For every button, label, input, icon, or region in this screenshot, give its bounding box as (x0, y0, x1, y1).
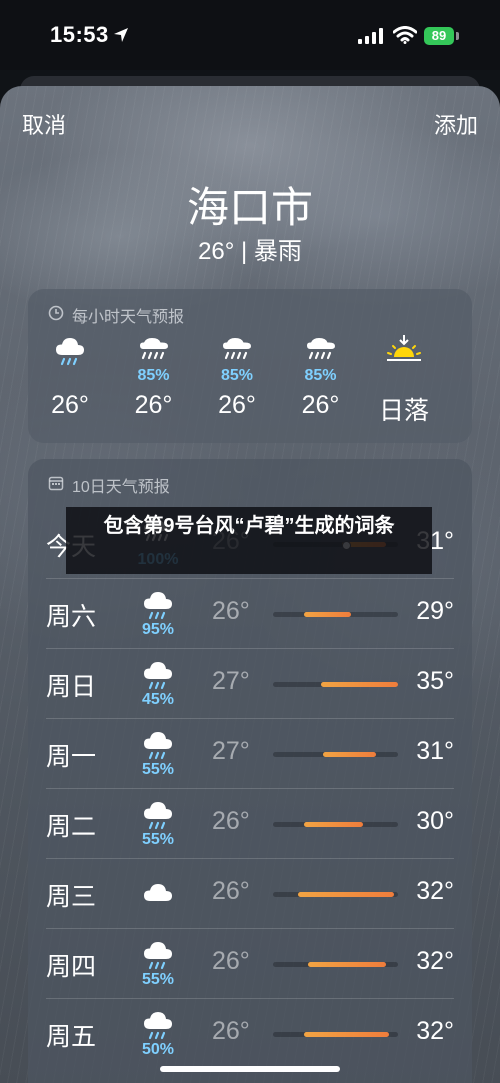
day-precip-chance: 45% (141, 691, 175, 708)
cloud-icon (140, 879, 176, 913)
day-name: 周四 (46, 953, 97, 981)
day-precip-chance: 95% (141, 621, 175, 638)
rain-cloud-icon (140, 797, 176, 831)
day-low-temp: 26° (212, 947, 250, 975)
day-name: 周日 (46, 673, 97, 701)
news-caption-banner: 包含第9号台风“卢碧”生成的词条 (66, 507, 432, 574)
day-high-temp: 35° (416, 667, 454, 695)
temperature-range-fill (304, 1032, 390, 1037)
hourly-precip-chance (30, 367, 110, 389)
heavy-rain-cloud-icon (197, 333, 277, 367)
battery-icon: 89 (424, 27, 454, 45)
day-low-temp: 27° (212, 737, 250, 765)
day-name: 周五 (46, 1023, 97, 1051)
hourly-forecast-header: 每小时天气预报 (48, 303, 184, 327)
hourly-temperature: 26° (218, 391, 256, 419)
hourly-item: 85% 26° (114, 333, 194, 420)
home-indicator[interactable] (160, 1066, 340, 1072)
daily-row[interactable]: 周六 95% 26° 29° (28, 579, 472, 649)
calendar-icon (48, 475, 64, 496)
hourly-precip-chance: 85% (304, 367, 337, 384)
day-precip-chance: 55% (141, 971, 175, 988)
battery-tip (456, 32, 459, 40)
temperature-range-bar (273, 822, 398, 827)
temperature-range-bar (273, 612, 398, 617)
hourly-temperature: 26° (134, 391, 173, 419)
weather-add-city-screen: 15:53 89 取消 添加 海口市 26° | 暴雨 每小时天气预报 26° … (0, 0, 500, 1083)
daily-row[interactable]: 周二 55% 26° 30° (28, 789, 472, 859)
hourly-item: 85% 26° (281, 333, 361, 420)
hourly-temperature: 26° (51, 391, 89, 419)
rain-cloud-icon (140, 727, 176, 761)
temperature-range-bar (273, 962, 398, 967)
day-name: 周六 (46, 603, 97, 631)
temperature-range-fill (308, 962, 386, 967)
hourly-item: 85% 26° (197, 333, 277, 420)
day-low-temp: 26° (212, 597, 250, 625)
city-preview-sheet: 取消 添加 海口市 26° | 暴雨 每小时天气预报 26° 85% 26° 85% 2… (0, 86, 500, 1083)
day-low-temp: 26° (212, 807, 250, 835)
city-name: 海口市 (186, 184, 313, 231)
daily-row[interactable]: 周三 26° 32° (28, 859, 472, 929)
day-high-temp: 29° (416, 597, 454, 625)
day-precip-chance: 55% (141, 761, 175, 778)
day-high-temp: 32° (416, 1017, 454, 1045)
day-high-temp: 32° (416, 947, 454, 975)
hourly-forecast-card[interactable]: 每小时天气预报 26° 85% 26° 85% 26° 85% 26° 日落 (28, 289, 472, 443)
status-time: 15:53 (50, 22, 109, 47)
daily-row[interactable]: 周四 55% 26° 32° (28, 929, 472, 999)
rain-cloud-icon (140, 937, 176, 971)
sunset-icon (364, 333, 444, 367)
hourly-temperature: 26° (301, 391, 340, 419)
day-high-temp: 32° (416, 877, 454, 905)
location-arrow-icon (113, 27, 129, 48)
day-name: 周一 (46, 743, 97, 771)
hourly-item: 日落 (364, 333, 444, 427)
rain-cloud-icon (140, 657, 176, 691)
temperature-range-bar (273, 682, 398, 687)
temperature-range-bar (273, 892, 398, 897)
wifi-icon (392, 26, 418, 49)
cancel-button[interactable]: 取消 (22, 108, 66, 140)
rain-cloud-icon (140, 1007, 176, 1041)
clock-icon (48, 305, 64, 326)
ten-day-header-label: 10日天气预报 (72, 479, 170, 496)
day-name: 周三 (46, 883, 97, 911)
heavy-rain-cloud-icon (281, 333, 361, 367)
temperature-range-fill (304, 822, 363, 827)
heavy-rain-cloud-icon (114, 333, 194, 367)
temperature-range-fill (298, 892, 395, 897)
day-high-temp: 30° (416, 807, 454, 835)
temperature-range-bar (273, 752, 398, 757)
hourly-header-label: 每小时天气预报 (72, 309, 185, 326)
daily-row[interactable]: 周一 55% 27° 31° (28, 719, 472, 789)
hourly-temperature: 日落 (378, 397, 429, 425)
temperature-range-fill (320, 682, 398, 687)
add-button[interactable]: 添加 (434, 108, 478, 140)
day-name: 周二 (46, 813, 97, 841)
day-low-temp: 27° (212, 667, 250, 695)
hourly-item: 26° (30, 333, 110, 420)
daily-row[interactable]: 周日 45% 27° 35° (28, 649, 472, 719)
daily-row[interactable]: 周五 50% 26° 32° (28, 999, 472, 1069)
temperature-range-bar (273, 1032, 398, 1037)
ten-day-forecast-header: 10日天气预报 (48, 473, 170, 497)
day-low-temp: 26° (212, 1017, 250, 1045)
day-precip-chance: 50% (141, 1041, 175, 1058)
hourly-precip-chance: 85% (220, 367, 254, 384)
temperature-range-fill (323, 752, 376, 757)
current-condition: 26° | 暴雨 (198, 238, 302, 265)
hourly-precip-chance: 85% (137, 367, 170, 384)
day-high-temp: 31° (416, 737, 454, 765)
rain-cloud-icon (30, 333, 110, 367)
status-bar: 15:53 89 (0, 0, 500, 70)
cellular-signal-icon (358, 28, 384, 49)
day-low-temp: 26° (212, 877, 250, 905)
temperature-range-fill (304, 612, 351, 617)
hourly-precip-chance (364, 367, 444, 389)
day-precip-chance: 55% (141, 831, 175, 848)
rain-cloud-icon (140, 587, 176, 621)
